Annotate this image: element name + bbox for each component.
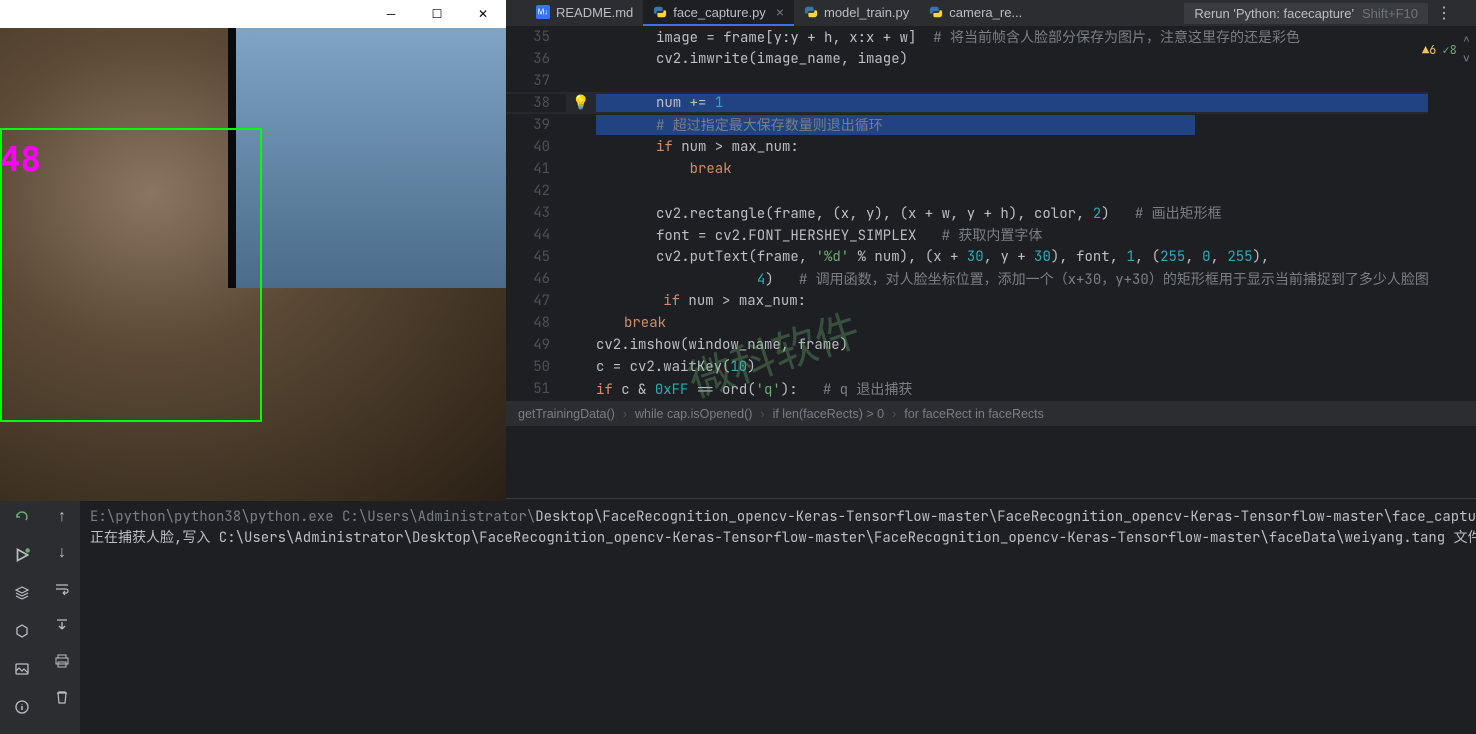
close-icon[interactable]: × [776, 4, 784, 20]
python-icon [929, 5, 943, 19]
rerun-button[interactable] [10, 505, 34, 529]
trash-icon[interactable] [50, 685, 74, 709]
up-arrow-icon[interactable]: ↑ [50, 505, 74, 529]
line-number: 41 [506, 160, 566, 178]
tab-face-capture[interactable]: face_capture.py × [643, 0, 794, 26]
layers-icon[interactable] [10, 581, 34, 605]
line-number: 49 [506, 336, 566, 354]
line-number: 44 [506, 226, 566, 244]
line-number: 51 [506, 380, 566, 398]
tab-label: camera_re... [949, 5, 1022, 20]
print-icon[interactable] [50, 649, 74, 673]
scroll-to-end-icon[interactable] [50, 613, 74, 637]
line-number: 35 [506, 28, 566, 46]
maximize-button[interactable]: ☐ [414, 0, 460, 28]
line-number: 37 [506, 72, 566, 90]
capture-window: ─ ☐ ✕ 48 [0, 0, 506, 501]
rerun-label: Rerun 'Python: facecapture' [1194, 6, 1354, 21]
run-button[interactable] [10, 543, 34, 567]
editor-tabs-bar: M↓ README.md face_capture.py × model_tra… [506, 0, 1476, 26]
line-number: 48 [506, 314, 566, 332]
line-number: 39 [506, 116, 566, 134]
tab-camera-re[interactable]: camera_re... [919, 0, 1032, 26]
code-editor[interactable]: 35image = frame[y:y + h, x:x + w] # 将当前帧… [506, 26, 1476, 400]
soft-wrap-icon[interactable] [50, 577, 74, 601]
markdown-icon: M↓ [536, 5, 550, 19]
line-number: 40 [506, 138, 566, 156]
inspection-indicators[interactable]: ▲6 ✓8 ^ ∨ [1422, 34, 1470, 66]
down-arrow-icon[interactable]: ↓ [50, 541, 74, 565]
camera-feed: 48 [0, 28, 506, 501]
crumb[interactable]: for faceRect in faceRects [904, 407, 1044, 421]
image-icon[interactable] [10, 657, 34, 681]
minimize-button[interactable]: ─ [368, 0, 414, 28]
crumb[interactable]: if len(faceRects) > 0 [773, 407, 885, 421]
titlebar[interactable]: ─ ☐ ✕ [0, 0, 506, 28]
tab-label: face_capture.py [673, 5, 766, 20]
python-icon [804, 5, 818, 19]
rerun-shortcut: Shift+F10 [1362, 6, 1418, 21]
tab-label: README.md [556, 5, 633, 20]
tab-readme[interactable]: M↓ README.md [526, 0, 643, 26]
info-icon[interactable] [10, 695, 34, 719]
breadcrumbs: getTrainingData()› while cap.isOpened()›… [506, 400, 1476, 426]
crumb[interactable]: while cap.isOpened() [635, 407, 752, 421]
line-number: 36 [506, 50, 566, 68]
line-number: 38 [506, 94, 566, 112]
close-button[interactable]: ✕ [460, 0, 506, 28]
python-icon [653, 5, 667, 19]
hexagon-icon[interactable] [10, 619, 34, 643]
more-icon[interactable]: ⋮ [1436, 5, 1452, 21]
line-number: 47 [506, 292, 566, 310]
terminal-output[interactable]: E:\python\python38\python.exe C:\Users\A… [80, 503, 1476, 734]
tab-model-train[interactable]: model_train.py [794, 0, 919, 26]
crumb[interactable]: getTrainingData() [518, 407, 615, 421]
run-tool-window: ↑ ↓ E:\python\python38\python.exe C:\Use… [0, 498, 1476, 734]
line-number: 45 [506, 248, 566, 266]
line-number: 43 [506, 204, 566, 222]
lightbulb-icon[interactable]: 💡 [572, 94, 589, 112]
line-number: 46 [506, 270, 566, 288]
rerun-tooltip[interactable]: Rerun 'Python: facecapture' Shift+F10 [1184, 3, 1428, 24]
tab-label: model_train.py [824, 5, 909, 20]
line-number: 50 [506, 358, 566, 376]
line-number: 42 [506, 182, 566, 200]
notifications-icon[interactable] [1460, 5, 1476, 21]
svg-text:M↓: M↓ [538, 8, 548, 17]
capture-counter: 48 [0, 140, 41, 180]
